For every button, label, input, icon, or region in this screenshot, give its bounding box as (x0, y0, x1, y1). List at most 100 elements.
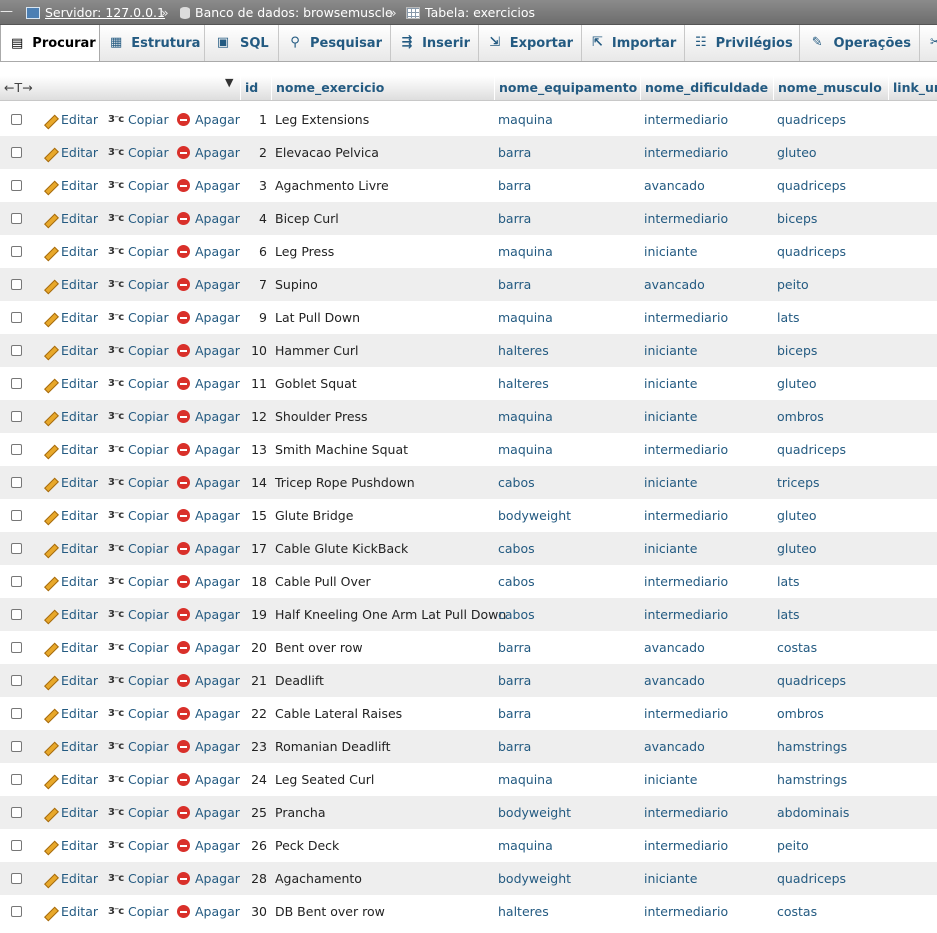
breadcrumb-database[interactable]: Banco de dados: browsemuscle (180, 5, 393, 20)
cell-nome-equipamento[interactable]: cabos (498, 532, 535, 565)
cell-nome-musculo[interactable]: lats (777, 598, 800, 631)
copy-link[interactable]: 3⁻c Copiar (108, 697, 169, 730)
cell-nome-exercicio[interactable]: Bent over row (275, 631, 363, 664)
cell-nome-equipamento[interactable]: maquina (498, 433, 553, 466)
cell-nome-equipamento[interactable]: bodyweight (498, 862, 571, 895)
edit-link[interactable]: Editar (42, 136, 98, 169)
cell-nome-dificuldade[interactable]: intermediario (644, 433, 728, 466)
cell-id[interactable]: 9 (243, 301, 267, 334)
delete-link[interactable]: Apagar (177, 202, 240, 235)
cell-nome-musculo[interactable]: gluteo (777, 532, 817, 565)
column-header-nome-exercicio[interactable]: nome_exercicio (271, 76, 494, 100)
cell-nome-dificuldade[interactable]: intermediario (644, 895, 728, 928)
cell-id[interactable]: 24 (243, 763, 267, 796)
delete-link[interactable]: Apagar (177, 499, 240, 532)
row-checkbox[interactable] (11, 378, 22, 389)
cell-nome-musculo[interactable]: hamstrings (777, 763, 847, 796)
cell-nome-equipamento[interactable]: barra (498, 664, 531, 697)
cell-nome-dificuldade[interactable]: intermediario (644, 202, 728, 235)
delete-link[interactable]: Apagar (177, 334, 240, 367)
row-checkbox[interactable] (11, 774, 22, 785)
cell-nome-dificuldade[interactable]: avancado (644, 664, 705, 697)
column-header-id[interactable]: id (240, 76, 271, 100)
cell-nome-exercicio[interactable]: Shoulder Press (275, 400, 368, 433)
delete-link[interactable]: Apagar (177, 895, 240, 928)
edit-link[interactable]: Editar (42, 466, 98, 499)
cell-nome-exercicio[interactable]: Glute Bridge (275, 499, 353, 532)
back-arrow-icon[interactable]: — (0, 3, 16, 21)
copy-link[interactable]: 3⁻c Copiar (108, 136, 169, 169)
tab-export[interactable]: ⇲ Exportar (479, 25, 582, 61)
cell-nome-equipamento[interactable]: cabos (498, 466, 535, 499)
tab-sql[interactable]: ▣ SQL (205, 25, 279, 61)
delete-link[interactable]: Apagar (177, 697, 240, 730)
cell-nome-dificuldade[interactable]: avancado (644, 631, 705, 664)
row-checkbox[interactable] (11, 543, 22, 554)
copy-link[interactable]: 3⁻c Copiar (108, 730, 169, 763)
edit-link[interactable]: Editar (42, 202, 98, 235)
edit-link[interactable]: Editar (42, 499, 98, 532)
delete-link[interactable]: Apagar (177, 565, 240, 598)
row-checkbox[interactable] (11, 576, 22, 587)
cell-nome-musculo[interactable]: costas (777, 895, 817, 928)
tab-structure[interactable]: ▦ Estrutura (100, 25, 205, 61)
cell-nome-exercicio[interactable]: Cable Lateral Raises (275, 697, 402, 730)
copy-link[interactable]: 3⁻c Copiar (108, 862, 169, 895)
edit-link[interactable]: Editar (42, 400, 98, 433)
cell-id[interactable]: 4 (243, 202, 267, 235)
delete-link[interactable]: Apagar (177, 433, 240, 466)
edit-link[interactable]: Editar (42, 895, 98, 928)
cell-id[interactable]: 1 (243, 103, 267, 136)
delete-link[interactable]: Apagar (177, 466, 240, 499)
row-checkbox[interactable] (11, 741, 22, 752)
edit-link[interactable]: Editar (42, 796, 98, 829)
cell-nome-exercicio[interactable]: Prancha (275, 796, 326, 829)
cell-nome-dificuldade[interactable]: intermediario (644, 136, 728, 169)
cell-nome-equipamento[interactable]: barra (498, 268, 531, 301)
cell-nome-musculo[interactable]: biceps (777, 334, 817, 367)
edit-link[interactable]: Editar (42, 235, 98, 268)
cell-nome-dificuldade[interactable]: iniciante (644, 466, 697, 499)
cell-id[interactable]: 22 (243, 697, 267, 730)
copy-link[interactable]: 3⁻c Copiar (108, 268, 169, 301)
cell-id[interactable]: 7 (243, 268, 267, 301)
column-header-nome-dificuldade[interactable]: nome_dificuldade (640, 76, 773, 100)
copy-link[interactable]: 3⁻c Copiar (108, 796, 169, 829)
delete-link[interactable]: Apagar (177, 829, 240, 862)
cell-nome-musculo[interactable]: triceps (777, 466, 820, 499)
cell-nome-musculo[interactable]: quadriceps (777, 862, 846, 895)
cell-nome-equipamento[interactable]: barra (498, 169, 531, 202)
row-checkbox[interactable] (11, 675, 22, 686)
delete-link[interactable]: Apagar (177, 400, 240, 433)
cell-nome-equipamento[interactable]: maquina (498, 829, 553, 862)
edit-link[interactable]: Editar (42, 697, 98, 730)
cell-nome-dificuldade[interactable]: intermediario (644, 103, 728, 136)
edit-link[interactable]: Editar (42, 763, 98, 796)
tab-insert[interactable]: ⇶ Inserir (391, 25, 479, 61)
row-checkbox[interactable] (11, 345, 22, 356)
cell-nome-dificuldade[interactable]: iniciante (644, 763, 697, 796)
cell-nome-exercicio[interactable]: Cable Glute KickBack (275, 532, 408, 565)
cell-nome-equipamento[interactable]: barra (498, 730, 531, 763)
cell-nome-exercicio[interactable]: Leg Extensions (275, 103, 369, 136)
column-header-nome-musculo[interactable]: nome_musculo (773, 76, 888, 100)
cell-nome-musculo[interactable]: ombros (777, 697, 824, 730)
cell-nome-equipamento[interactable]: maquina (498, 301, 553, 334)
cell-nome-dificuldade[interactable]: iniciante (644, 334, 697, 367)
cell-nome-dificuldade[interactable]: iniciante (644, 862, 697, 895)
tab-privileges[interactable]: ☷ Privilégios (685, 25, 800, 61)
edit-link[interactable]: Editar (42, 532, 98, 565)
cell-nome-musculo[interactable]: ombros (777, 400, 824, 433)
delete-link[interactable]: Apagar (177, 532, 240, 565)
edit-link[interactable]: Editar (42, 301, 98, 334)
column-header-nome-equipamento[interactable]: nome_equipamento (494, 76, 640, 100)
cell-nome-dificuldade[interactable]: intermediario (644, 598, 728, 631)
cell-nome-exercicio[interactable]: Half Kneeling One Arm Lat Pull Down (275, 598, 506, 631)
copy-link[interactable]: 3⁻c Copiar (108, 433, 169, 466)
delete-link[interactable]: Apagar (177, 862, 240, 895)
row-checkbox[interactable] (11, 840, 22, 851)
cell-nome-musculo[interactable]: hamstrings (777, 730, 847, 763)
cell-id[interactable]: 11 (243, 367, 267, 400)
copy-link[interactable]: 3⁻c Copiar (108, 829, 169, 862)
cell-nome-equipamento[interactable]: maquina (498, 235, 553, 268)
